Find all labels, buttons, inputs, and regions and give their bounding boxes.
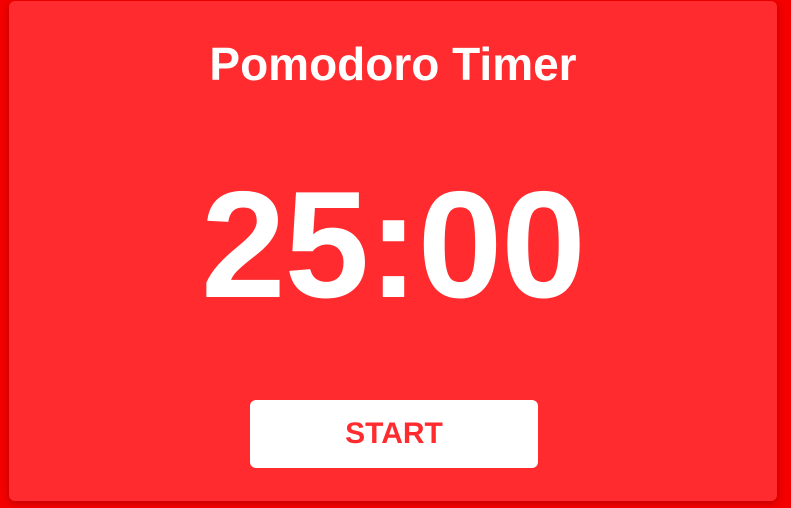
pomodoro-card: Pomodoro Timer 25:00 START [9, 1, 777, 501]
start-button[interactable]: START [250, 400, 538, 468]
timer-display: 25:00 [201, 160, 586, 330]
page-title: Pomodoro Timer [209, 38, 577, 90]
